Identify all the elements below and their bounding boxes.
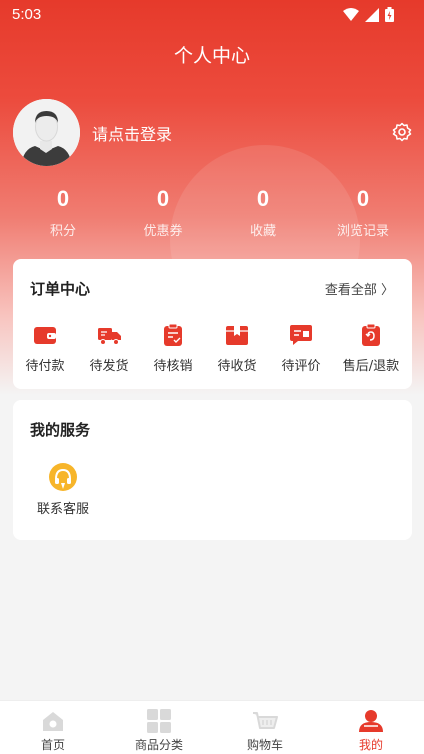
order-item-pending-shipment[interactable]: 待发货 [77,323,141,374]
tab-label: 购物车 [246,738,283,752]
stat-label: 收藏 [249,224,276,239]
default-avatar-icon [13,99,80,166]
headset-icon [49,463,77,491]
gear-icon[interactable] [392,122,412,142]
stat-label: 浏览记录 [336,224,389,239]
order-item-pending-review[interactable]: 待评价 [269,323,333,374]
refund-icon [362,323,380,346]
login-prompt[interactable]: 请点击登录 [92,121,172,145]
wallet-icon [34,327,56,344]
signal-icon [365,7,379,22]
order-item-after-sales[interactable]: 售后/退款 [333,323,409,374]
order-item-label: 待收货 [217,359,257,374]
stat-value: 0 [356,186,370,211]
tab-label: 首页 [40,738,65,752]
my-services-card: 我的服务 联系客服 [13,400,412,540]
order-item-label: 待付款 [25,359,65,374]
stat-value: 0 [56,186,70,211]
order-center-title: 订单中心 [30,280,91,298]
service-item-customer-support[interactable]: 联系客服 [31,462,95,517]
wifi-icon [343,7,359,21]
stat-points[interactable]: 0 积分 [13,186,113,239]
stats-row: 0 积分 0 优惠券 0 收藏 0 浏览记录 [0,186,424,239]
bottom-tab-bar: 首页 商品分类 购物车 我的 [0,700,424,754]
service-item-label: 联系客服 [36,502,89,517]
order-item-label: 售后/退款 [342,359,400,374]
clipboard-check-icon [164,323,182,346]
view-all-orders-link[interactable]: 查看全部 〉 [325,279,394,298]
status-bar: 5:03 [0,0,424,30]
tab-categories[interactable]: 商品分类 [106,701,212,754]
order-item-label: 待核销 [153,359,193,374]
stat-label: 优惠券 [143,224,183,239]
stat-value: 0 [256,186,270,211]
tab-label: 商品分类 [134,738,183,752]
stat-favorites[interactable]: 0 收藏 [213,186,313,239]
category-icon [147,709,171,733]
order-item-label: 待发货 [89,359,129,374]
package-icon [226,326,248,345]
review-icon [290,325,312,345]
home-icon [43,712,63,731]
my-services-title: 我的服务 [30,421,91,439]
stat-history[interactable]: 0 浏览记录 [313,186,413,239]
avatar[interactable] [13,99,80,166]
order-item-pending-verification[interactable]: 待核销 [141,323,205,374]
battery-icon [385,7,394,22]
truck-icon [98,328,121,345]
stat-value: 0 [156,186,170,211]
tab-label: 我的 [358,738,383,752]
tab-home[interactable]: 首页 [0,701,106,754]
stat-coupons[interactable]: 0 优惠券 [113,186,213,239]
status-icons [343,7,394,22]
order-item-pending-receipt[interactable]: 待收货 [205,323,269,374]
tab-profile[interactable]: 我的 [318,701,424,754]
stat-label: 积分 [49,224,76,239]
order-item-label: 待评价 [281,359,321,374]
order-center-card: 订单中心 查看全部 〉 待付款 待发货 待核销 待收货 待评价 售后/退款 [13,259,412,389]
profile-icon [359,710,383,732]
cart-icon [253,712,278,729]
order-item-pending-payment[interactable]: 待付款 [13,323,77,374]
tab-cart[interactable]: 购物车 [212,701,318,754]
page-title: 个人中心 [173,45,250,67]
order-status-list: 待付款 待发货 待核销 待收货 待评价 售后/退款 [13,323,412,374]
status-time: 5:03 [12,6,42,23]
